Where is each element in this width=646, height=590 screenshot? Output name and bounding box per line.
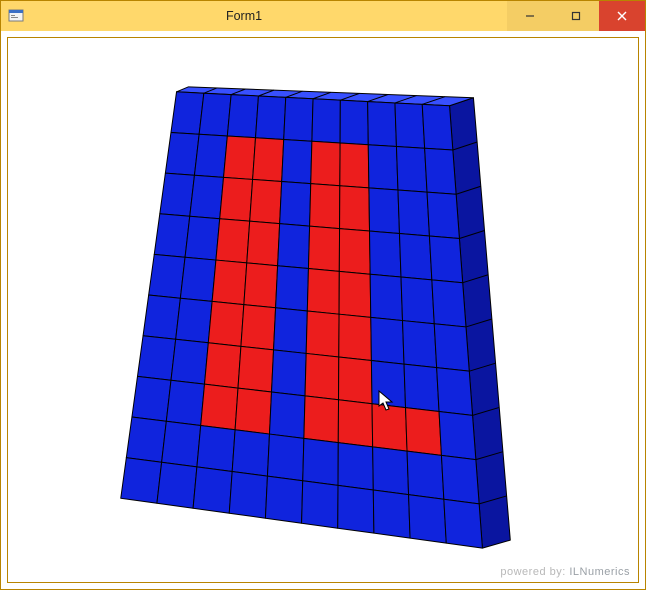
render-canvas[interactable]: powered by: ILNumerics <box>7 37 639 583</box>
window-controls <box>507 1 645 31</box>
maximize-button[interactable] <box>553 1 599 31</box>
cube-svg <box>8 38 638 582</box>
titlebar[interactable]: Form1 <box>1 1 645 31</box>
app-icon <box>1 1 31 31</box>
powered-by-label: powered by: <box>500 566 565 578</box>
scene-3d <box>8 38 638 582</box>
app-window: Form1 powered by: ILNumerics <box>0 0 646 590</box>
brand-link[interactable]: ILNumerics <box>569 566 630 578</box>
minimize-button[interactable] <box>507 1 553 31</box>
window-title: Form1 <box>31 1 507 31</box>
footer-credits: powered by: ILNumerics <box>500 566 630 578</box>
close-button[interactable] <box>599 1 645 31</box>
